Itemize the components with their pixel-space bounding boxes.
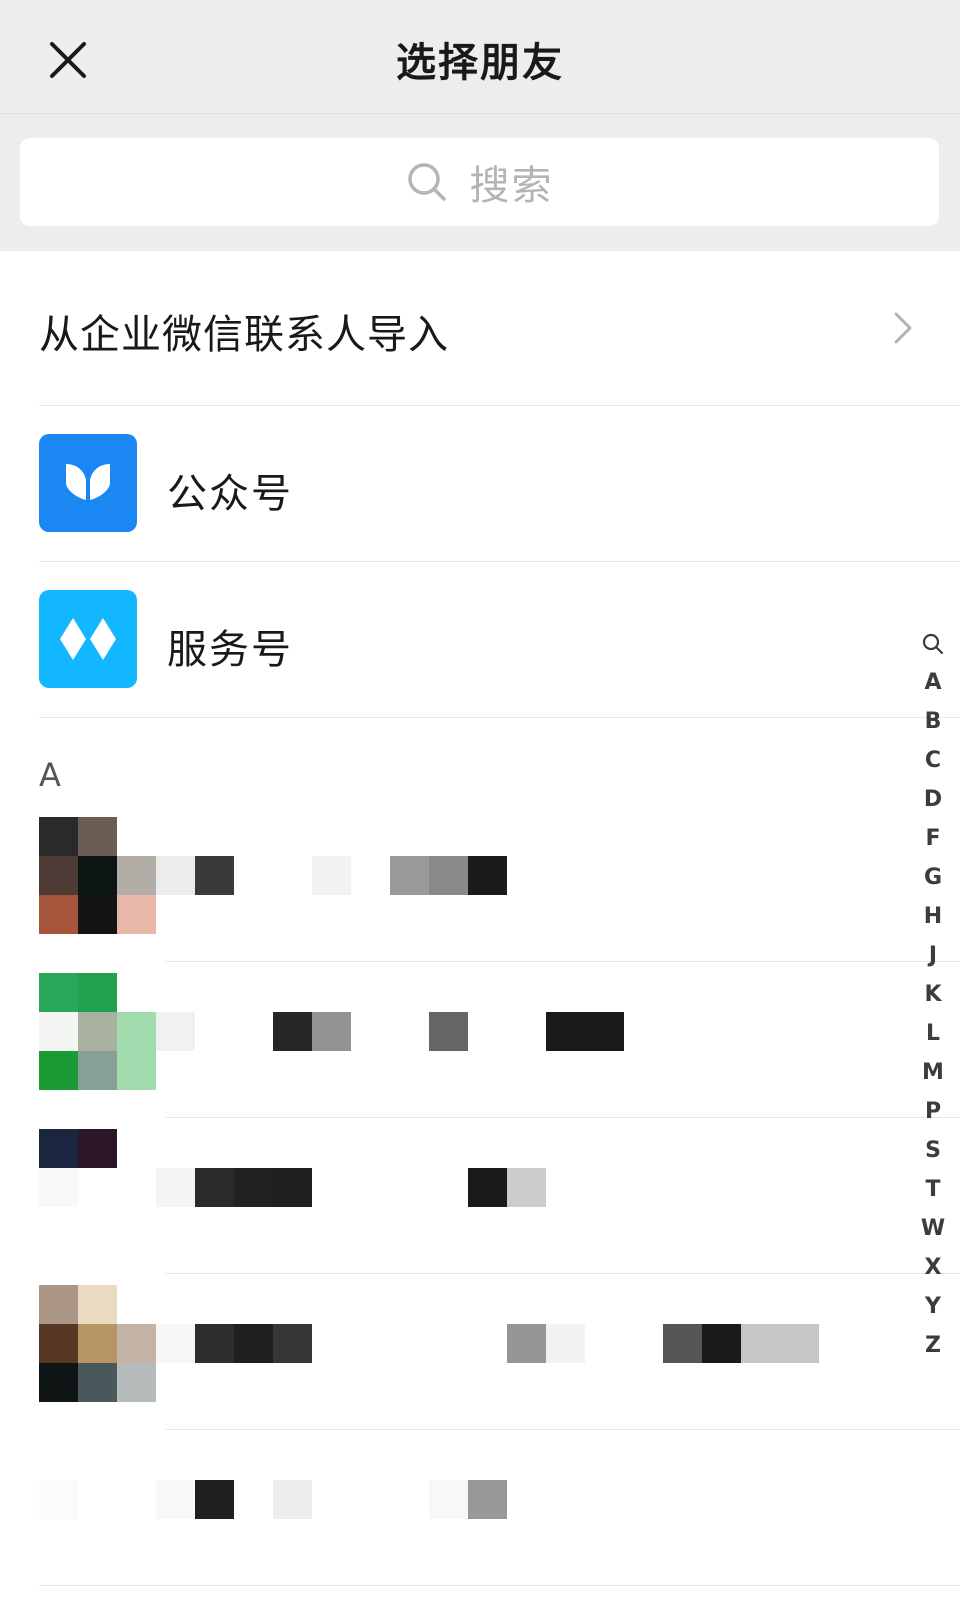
search-placeholder: 搜索 (469, 163, 554, 209)
search-area: 搜索 (0, 114, 960, 251)
official-accounts-label: 公众号 (167, 471, 293, 517)
divider (39, 1585, 960, 1586)
index-letter[interactable]: P (925, 1092, 941, 1131)
index-letter[interactable]: L (926, 1014, 940, 1053)
import-label: 从企业微信联系人导入 (39, 312, 449, 358)
contact-item[interactable] (0, 1129, 960, 1286)
index-letter[interactable]: X (925, 1248, 942, 1287)
import-wecom-contacts[interactable]: 从企业微信联系人导入 (0, 251, 960, 407)
index-letter[interactable]: H (924, 897, 942, 936)
search-icon (407, 163, 446, 201)
alphabet-index-bar[interactable]: A B C D F G H J K L M P S T W X Y Z (918, 624, 948, 1365)
service-accounts-label: 服务号 (167, 627, 293, 673)
service-account-icon (39, 590, 137, 688)
index-letter[interactable]: S (925, 1131, 941, 1170)
index-search[interactable] (922, 624, 944, 663)
index-letter[interactable]: C (925, 741, 941, 780)
divider (39, 717, 960, 718)
index-letter[interactable]: T (925, 1170, 940, 1209)
service-accounts-item[interactable]: 服务号 (0, 562, 960, 718)
index-letter[interactable]: M (922, 1053, 944, 1092)
section-header: A (39, 756, 61, 794)
official-account-icon (39, 434, 137, 532)
search-icon (922, 633, 944, 655)
divider (166, 1429, 960, 1430)
avatar (39, 1285, 156, 1402)
divider (166, 1273, 960, 1274)
index-letter[interactable]: J (929, 936, 937, 975)
contact-item[interactable] (0, 973, 960, 1130)
index-letter[interactable]: D (924, 780, 942, 819)
index-letter[interactable]: Y (925, 1287, 941, 1326)
page-title: 选择朋友 (396, 40, 564, 86)
contact-item[interactable] (0, 817, 960, 974)
search-input[interactable]: 搜索 (20, 138, 939, 226)
index-letter[interactable]: B (925, 702, 942, 741)
index-letter[interactable]: F (925, 819, 940, 858)
index-letter[interactable]: W (921, 1209, 945, 1248)
contact-item[interactable] (0, 1441, 960, 1598)
official-accounts-item[interactable]: 公众号 (0, 406, 960, 562)
contact-item[interactable] (0, 1285, 960, 1442)
index-letter[interactable]: K (924, 975, 941, 1014)
divider (166, 961, 960, 962)
avatar (39, 817, 156, 934)
index-letter[interactable]: Z (925, 1326, 941, 1365)
avatar (39, 1129, 156, 1246)
avatar (39, 973, 156, 1090)
index-letter[interactable]: A (924, 663, 941, 702)
chevron-right-icon (894, 312, 912, 344)
avatar (39, 1441, 156, 1558)
index-letter[interactable]: G (924, 858, 942, 897)
nav-bar: 选择朋友 (0, 0, 960, 114)
divider (166, 1117, 960, 1118)
